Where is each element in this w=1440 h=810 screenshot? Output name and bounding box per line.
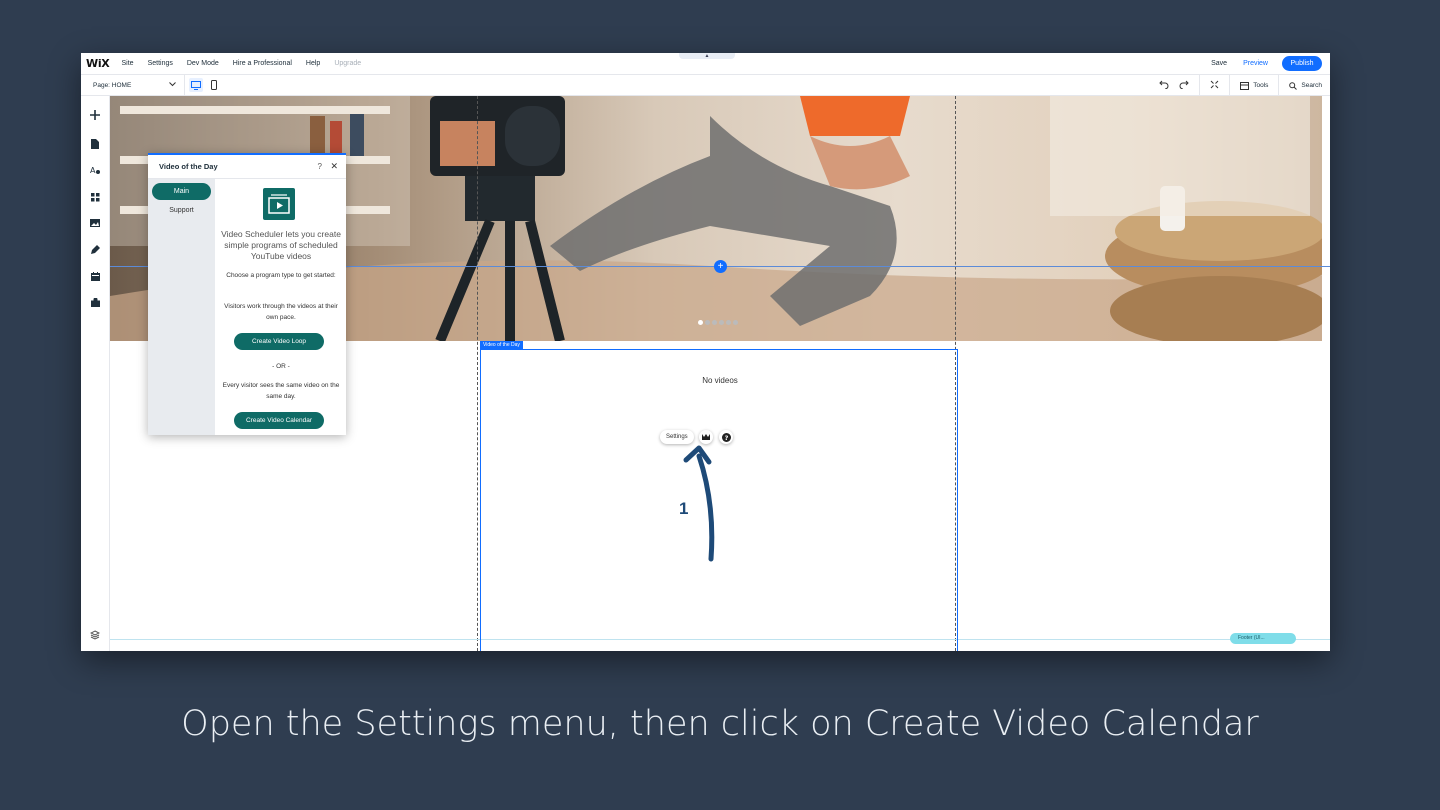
- menu-site[interactable]: Site: [122, 60, 134, 67]
- tools-icon: [1240, 81, 1250, 90]
- menu-hire-professional[interactable]: Hire a Professional: [233, 60, 292, 67]
- pages-icon[interactable]: [89, 138, 101, 150]
- tutorial-caption: Open the Settings menu, then click on Cr…: [181, 704, 1259, 744]
- store-icon[interactable]: [89, 296, 101, 308]
- menu-settings[interactable]: Settings: [148, 60, 173, 67]
- left-toolbar: A: [81, 96, 110, 651]
- panel-loop-description: Visitors work through the videos at thei…: [224, 303, 338, 321]
- chevron-down-icon: [169, 81, 176, 89]
- slider-dot[interactable]: [705, 320, 710, 325]
- editor-top-bar: WiX Site Settings Dev Mode Hire a Profes…: [81, 53, 1330, 75]
- save-button[interactable]: Save: [1211, 60, 1227, 67]
- tools-button[interactable]: Tools: [1240, 81, 1269, 90]
- search-icon: [1289, 81, 1298, 90]
- settings-button[interactable]: Settings: [660, 430, 694, 444]
- preview-button[interactable]: Preview: [1243, 60, 1268, 67]
- grid-guide-left: [477, 96, 478, 651]
- slider-dots[interactable]: [698, 320, 738, 325]
- panel-lead-text: Video Scheduler lets you create simple p…: [221, 229, 341, 261]
- media-icon[interactable]: [89, 217, 101, 229]
- undo-icon[interactable]: [1159, 80, 1169, 91]
- step-number: 1: [679, 499, 689, 518]
- footer-label-chip[interactable]: Footer (UI...: [1230, 633, 1296, 644]
- divider: [1278, 75, 1280, 96]
- slider-dot[interactable]: [712, 320, 717, 325]
- menu-help[interactable]: Help: [306, 60, 320, 67]
- panel-sidebar: Main Support: [148, 179, 215, 435]
- tab-support[interactable]: Support: [152, 207, 211, 214]
- svg-text:?: ?: [724, 434, 728, 442]
- divider: [1229, 75, 1231, 96]
- panel-close-icon[interactable]: ✕: [330, 161, 338, 172]
- tools-label: Tools: [1253, 82, 1269, 89]
- panel-title: Video of the Day: [159, 162, 218, 171]
- zoom-out-icon[interactable]: [1210, 80, 1219, 91]
- publish-button[interactable]: Publish: [1282, 56, 1322, 71]
- design-icon[interactable]: A: [89, 164, 101, 176]
- page-selector[interactable]: Page: HOME: [93, 74, 185, 96]
- create-video-loop-button[interactable]: Create Video Loop: [234, 333, 324, 350]
- video-of-the-day-widget[interactable]: No videos Settings ? 1: [480, 349, 958, 651]
- search-label: Search: [1301, 82, 1322, 89]
- desktop-view-icon[interactable]: [189, 78, 203, 92]
- menu-dev-mode[interactable]: Dev Mode: [187, 60, 219, 67]
- svg-text:A: A: [90, 166, 96, 175]
- layers-icon[interactable]: [89, 629, 101, 641]
- slider-dot[interactable]: [719, 320, 724, 325]
- video-scheduler-icon: [263, 188, 295, 220]
- add-elements-icon[interactable]: [89, 109, 101, 121]
- search-button[interactable]: Search: [1289, 81, 1322, 90]
- video-of-the-day-panel: Video of the Day ? ✕ Main Support Video …: [148, 153, 346, 435]
- mobile-view-icon[interactable]: [207, 78, 221, 92]
- panel-header: Video of the Day ? ✕: [148, 155, 346, 179]
- panel-or-text: - OR -: [272, 363, 290, 370]
- no-videos-text: No videos: [702, 376, 738, 385]
- redo-icon[interactable]: [1179, 80, 1189, 91]
- wix-logo: WiX: [86, 57, 110, 70]
- editor-sub-bar: Page: HOME Tools Search: [81, 74, 1330, 96]
- crown-icon[interactable]: [699, 430, 713, 444]
- slider-dot[interactable]: [698, 320, 703, 325]
- divider: [1199, 75, 1201, 96]
- apps-icon[interactable]: [89, 191, 101, 203]
- page-selector-label: Page: HOME: [93, 81, 132, 89]
- panel-calendar-description: Every visitor sees the same video on the…: [222, 382, 340, 400]
- collapse-toolbar-tab[interactable]: ▲: [679, 53, 735, 59]
- blog-icon[interactable]: [89, 244, 101, 256]
- help-icon[interactable]: ?: [719, 430, 733, 444]
- slider-dot[interactable]: [726, 320, 731, 325]
- slider-dot[interactable]: [733, 320, 738, 325]
- widget-name-tag[interactable]: Video of the Day: [480, 341, 523, 349]
- menu-upgrade[interactable]: Upgrade: [334, 60, 361, 67]
- bookings-icon[interactable]: [89, 270, 101, 282]
- editor-window: WiX Site Settings Dev Mode Hire a Profes…: [81, 53, 1330, 651]
- panel-help-icon[interactable]: ?: [318, 162, 322, 171]
- tab-main[interactable]: Main: [152, 183, 211, 200]
- add-section-button[interactable]: +: [714, 260, 727, 273]
- create-video-calendar-button[interactable]: Create Video Calendar: [234, 412, 324, 429]
- panel-choose-text: Choose a program type to get started:: [226, 272, 336, 279]
- panel-body: Video Scheduler lets you create simple p…: [215, 179, 346, 435]
